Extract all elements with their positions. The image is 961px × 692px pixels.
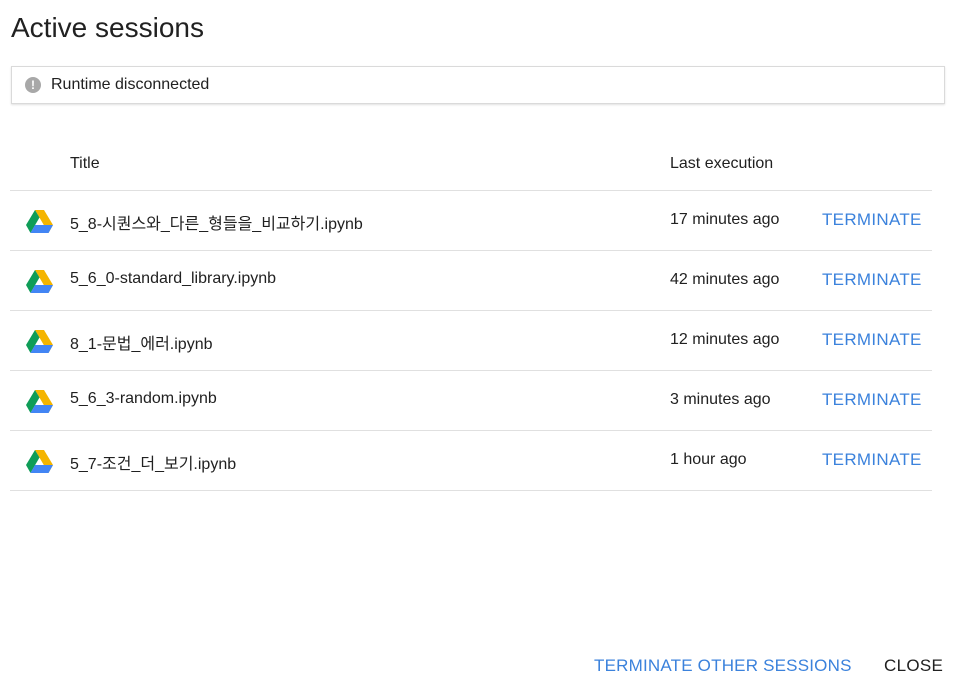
terminate-button[interactable]: TERMINATE	[822, 450, 922, 470]
session-last-execution: 42 minutes ago	[670, 271, 780, 288]
session-title: 5_7-조건_더_보기.ipynb	[70, 456, 237, 473]
close-button[interactable]: CLOSE	[884, 656, 943, 676]
google-drive-icon	[26, 390, 53, 413]
google-drive-icon	[26, 210, 53, 233]
runtime-status-text: Runtime disconnected	[51, 76, 210, 93]
session-last-execution: 12 minutes ago	[670, 331, 780, 348]
google-drive-icon	[26, 450, 53, 473]
terminate-button[interactable]: TERMINATE	[822, 210, 922, 230]
column-header-last-execution: Last execution	[670, 155, 774, 172]
dialog-title: Active sessions	[11, 12, 204, 43]
table-header: Title Last execution	[10, 136, 932, 191]
terminate-button[interactable]: TERMINATE	[822, 390, 922, 410]
session-row: 5_6_0-standard_library.ipynb 42 minutes …	[10, 251, 932, 311]
session-last-execution: 1 hour ago	[670, 451, 747, 468]
session-title: 5_6_0-standard_library.ipynb	[70, 270, 277, 287]
session-title: 8_1-문법_에러.ipynb	[70, 336, 213, 353]
session-row: 5_8-시퀀스와_다른_형들을_비교하기.ipynb 17 minutes ag…	[10, 191, 932, 251]
warning-icon: !	[25, 77, 41, 93]
runtime-status-banner: ! Runtime disconnected	[11, 66, 945, 104]
google-drive-icon	[26, 330, 53, 353]
session-title: 5_8-시퀀스와_다른_형들을_비교하기.ipynb	[70, 216, 363, 233]
session-last-execution: 17 minutes ago	[670, 211, 780, 228]
google-drive-icon	[26, 270, 53, 293]
session-row: 8_1-문법_에러.ipynb 12 minutes ago TERMINATE	[10, 311, 932, 371]
session-row: 5_7-조건_더_보기.ipynb 1 hour ago TERMINATE	[10, 431, 932, 491]
session-row: 5_6_3-random.ipynb 3 minutes ago TERMINA…	[10, 371, 932, 431]
session-title: 5_6_3-random.ipynb	[70, 390, 217, 407]
session-last-execution: 3 minutes ago	[670, 391, 771, 408]
terminate-other-sessions-button[interactable]: TERMINATE OTHER SESSIONS	[594, 656, 852, 676]
column-header-title: Title	[70, 155, 100, 172]
sessions-table: Title Last execution 5_8-시퀀스와_다른_형들을_비교하…	[10, 136, 932, 491]
terminate-button[interactable]: TERMINATE	[822, 270, 922, 290]
terminate-button[interactable]: TERMINATE	[822, 330, 922, 350]
